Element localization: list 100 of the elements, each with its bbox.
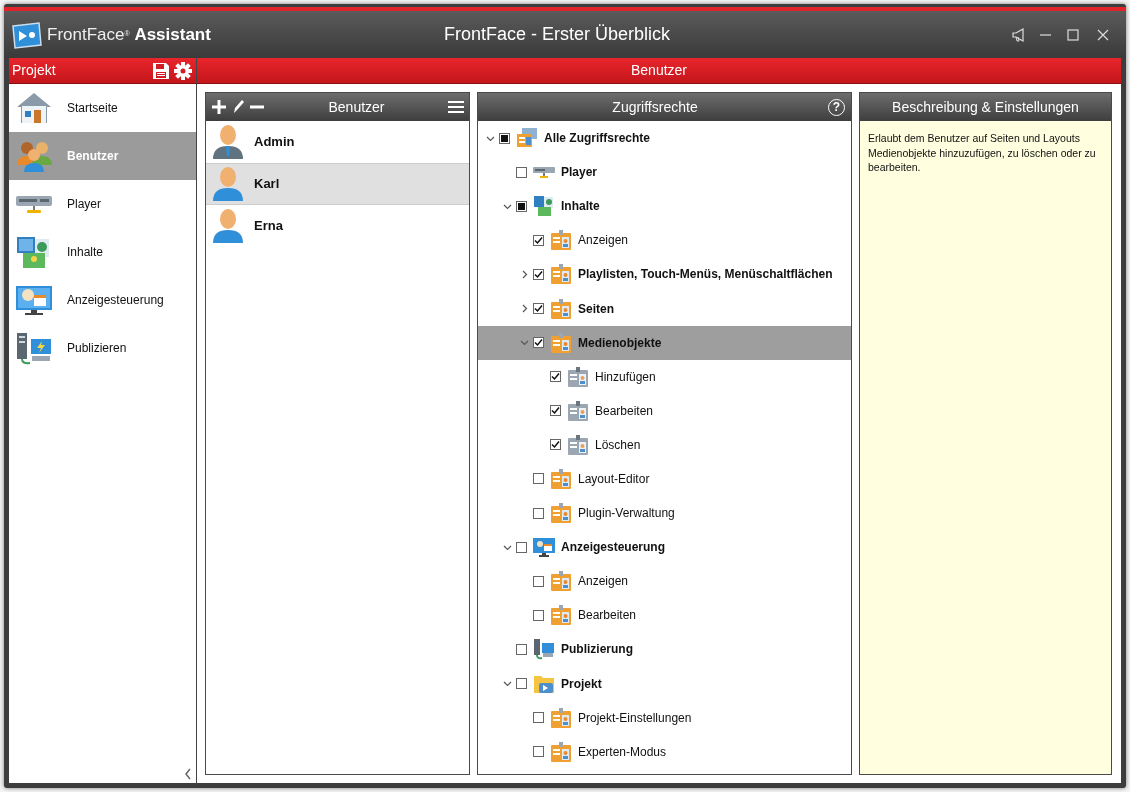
sidebar-item[interactable]: Anzeigesteuerung <box>9 276 196 324</box>
tree-item[interactable]: Publizierung <box>478 632 851 667</box>
sidebar-title: Projekt <box>12 61 57 80</box>
tree-item[interactable]: Alle Zugriffsrechte <box>478 121 851 156</box>
description-text: Erlaubt dem Benutzer auf Seiten und Layouts Medienobjekte hinzuzufügen, zu löschen oder zu bearbeiten. <box>868 131 1097 176</box>
monitor-calendar-icon <box>533 536 555 559</box>
id-card-icon <box>550 468 572 490</box>
id-card-icon <box>567 399 589 422</box>
tree-item[interactable]: Anzeigen <box>478 564 851 599</box>
id-card-icon <box>550 297 572 320</box>
tree-item[interactable]: Projekt <box>478 666 851 701</box>
tree-label: Medienobjekte <box>578 334 662 352</box>
chevron-right-icon[interactable] <box>520 269 529 279</box>
chevron-down-icon[interactable] <box>503 679 512 689</box>
checkbox[interactable] <box>516 643 527 655</box>
person-avatar-icon <box>212 124 244 159</box>
checkbox[interactable] <box>516 200 527 212</box>
checkbox[interactable] <box>516 166 527 178</box>
checkbox[interactable] <box>550 439 561 451</box>
tree-item[interactable]: Medienobjekte <box>478 325 851 360</box>
checkbox[interactable] <box>533 473 544 485</box>
checkbox[interactable] <box>533 234 544 246</box>
tree-label: Anzeigen <box>578 573 629 591</box>
sidebar-item[interactable]: Inhalte <box>9 228 196 276</box>
settings-icon[interactable] <box>174 61 192 80</box>
tree-item[interactable]: Seiten <box>478 291 851 326</box>
checkbox[interactable] <box>533 609 544 621</box>
tree-item[interactable]: Bearbeiten <box>478 598 851 633</box>
checkbox[interactable] <box>516 678 527 690</box>
monitor-calendar-icon <box>15 283 53 317</box>
tree-label: Bearbeiten <box>578 607 637 625</box>
tree-item[interactable]: Bearbeiten <box>478 393 851 428</box>
pencil-icon[interactable] <box>231 98 245 116</box>
plus-icon[interactable] <box>210 98 228 116</box>
id-card-icon <box>550 570 572 593</box>
megaphone-icon <box>1010 26 1026 43</box>
panel-title: Zugriffsrechte <box>611 97 699 117</box>
id-card-icon <box>550 502 572 525</box>
user-item[interactable]: Erna <box>206 205 469 247</box>
checkbox[interactable] <box>533 303 544 314</box>
window-title: FrontFace - Erster Überblick <box>442 23 671 46</box>
tree-item[interactable]: Projekt-Einstellungen <box>478 700 851 735</box>
checkbox[interactable] <box>533 268 544 280</box>
checkbox[interactable] <box>516 541 527 553</box>
app-name: FrontFace$^{®}$ Assistant <box>47 23 211 46</box>
checkbox[interactable] <box>533 507 544 519</box>
sidebar-item[interactable]: Startseite <box>9 84 196 132</box>
menu-icon[interactable] <box>447 99 465 115</box>
tree-label: Player <box>561 164 598 182</box>
chevron-right-icon[interactable] <box>520 304 529 313</box>
id-card-icon <box>567 433 589 456</box>
tree-label: Anzeigen <box>578 232 629 250</box>
checkbox[interactable] <box>499 132 510 144</box>
tree-item[interactable]: Playlisten, Touch-Menüs, Menüschaltflächen <box>478 257 851 292</box>
person-avatar-icon <box>212 208 244 243</box>
checkbox[interactable] <box>533 337 544 349</box>
checkbox[interactable] <box>550 371 561 383</box>
stacked-cards-icon <box>516 127 538 150</box>
panel-title: Beschreibung & Einstellungen <box>892 97 1079 117</box>
sidebar-item[interactable]: Publizieren <box>9 324 196 372</box>
tree-item[interactable]: Layout-Editor <box>478 461 851 497</box>
id-card-icon <box>550 706 572 729</box>
media-files-icon <box>533 195 555 218</box>
sidebar-item[interactable]: Player <box>9 180 196 228</box>
checkbox[interactable] <box>533 712 544 724</box>
minimize-icon <box>1040 33 1051 36</box>
people-icon <box>15 139 53 173</box>
tree-label: Seiten <box>578 300 614 318</box>
tree-item[interactable]: Inhalte <box>478 189 851 224</box>
tree-label: Inhalte <box>561 198 600 216</box>
tree-item[interactable]: Anzeigen <box>478 223 851 258</box>
tree-item[interactable]: Player <box>478 155 851 190</box>
tree-item[interactable]: Anzeigesteuerung <box>478 530 851 565</box>
id-card-icon <box>550 740 572 763</box>
person-avatar-icon <box>212 167 244 201</box>
tree-item[interactable]: Löschen <box>478 427 851 462</box>
user-item[interactable]: Karl <box>206 163 469 205</box>
checkbox[interactable] <box>550 405 561 417</box>
user-item[interactable]: Admin <box>206 121 469 163</box>
tree-label: Projekt <box>561 675 602 693</box>
tree-item[interactable]: Hinzufügen <box>478 359 851 394</box>
server-monitor-icon <box>15 331 53 365</box>
checkbox[interactable] <box>533 575 544 587</box>
save-icon[interactable] <box>152 61 170 80</box>
tree-label: Alle Zugriffsrechte <box>544 130 651 148</box>
tree-label: Anzeigesteuerung <box>561 539 665 557</box>
id-card-icon <box>550 331 572 354</box>
tree-label: Experten-Modus <box>578 743 667 761</box>
id-card-icon <box>550 263 572 286</box>
id-card-icon <box>567 365 589 388</box>
tree-label: Bearbeiten <box>595 402 654 420</box>
tree-label: Layout-Editor <box>578 471 650 488</box>
chevron-left-icon[interactable] <box>184 768 192 780</box>
tree-item[interactable]: Experten-Modus <box>478 734 851 769</box>
maximize-icon <box>1065 26 1081 43</box>
tree-item[interactable]: Plugin-Verwaltung <box>478 496 851 531</box>
checkbox[interactable] <box>533 746 544 758</box>
id-card-icon <box>550 229 572 252</box>
tree-label: Projekt-Einstellungen <box>578 709 692 727</box>
screen-play-logo-icon <box>10 19 44 50</box>
